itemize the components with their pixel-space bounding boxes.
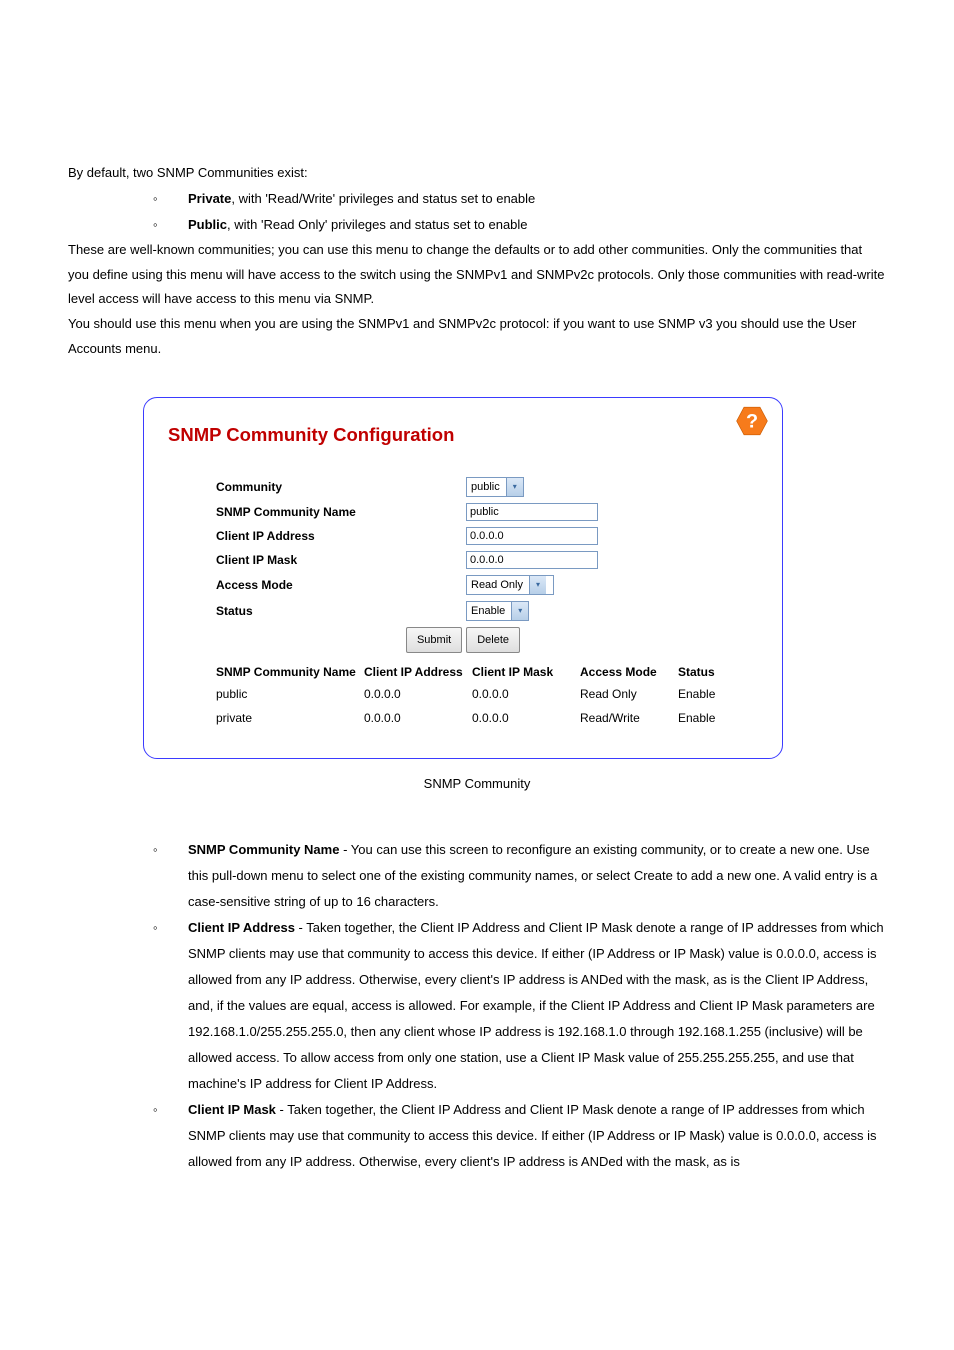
community-name-input[interactable]: public bbox=[466, 503, 598, 521]
cell: 0.0.0.0 bbox=[472, 682, 580, 706]
table-row: public 0.0.0.0 0.0.0.0 Read Only Enable bbox=[216, 682, 758, 706]
community-table: SNMP Community Name Client IP Address Cl… bbox=[216, 665, 758, 730]
text: , with 'Read/Write' privileges and statu… bbox=[231, 191, 535, 206]
table-row: private 0.0.0.0 0.0.0.0 Read/Write Enabl… bbox=[216, 706, 758, 730]
label-community-name: SNMP Community Name bbox=[216, 506, 466, 518]
list-item: Private, with 'Read/Write' privileges an… bbox=[153, 186, 886, 212]
community-select[interactable]: public ▾ bbox=[466, 477, 524, 497]
intro-paragraph: You should use this menu when you are us… bbox=[68, 312, 886, 361]
list-item: Public, with 'Read Only' privileges and … bbox=[153, 212, 886, 238]
term: SNMP Community Name bbox=[188, 842, 339, 857]
help-icon[interactable]: ? bbox=[736, 406, 768, 436]
cell: 0.0.0.0 bbox=[472, 706, 580, 730]
submit-button[interactable]: Submit bbox=[406, 627, 462, 653]
cell: 0.0.0.0 bbox=[364, 706, 472, 730]
text: - Taken together, the Client IP Address … bbox=[188, 1102, 877, 1169]
label-community: Community bbox=[216, 481, 466, 493]
panel-title: SNMP Community Configuration bbox=[168, 416, 758, 453]
term: Client IP Address bbox=[188, 920, 295, 935]
cell: Enable bbox=[678, 706, 746, 730]
cell: Enable bbox=[678, 682, 746, 706]
figure-caption: SNMP Community bbox=[68, 771, 886, 797]
input-value: 0.0.0.0 bbox=[470, 555, 504, 566]
status-select[interactable]: Enable ▾ bbox=[466, 601, 529, 621]
input-value: 0.0.0.0 bbox=[470, 531, 504, 542]
th-mask: Client IP Mask bbox=[472, 665, 580, 682]
select-value: Read Only bbox=[467, 580, 529, 591]
cell: Read/Write bbox=[580, 706, 678, 730]
th-status: Status bbox=[678, 665, 746, 682]
label-status: Status bbox=[216, 605, 466, 617]
select-value: public bbox=[467, 482, 506, 493]
config-panel: SNMP Community Configuration ? Community… bbox=[143, 397, 783, 759]
delete-button[interactable]: Delete bbox=[466, 627, 520, 653]
list-item: Client IP Mask - Taken together, the Cli… bbox=[153, 1097, 886, 1175]
label-client-mask: Client IP Mask bbox=[216, 554, 466, 566]
label-client-ip: Client IP Address bbox=[216, 530, 466, 542]
intro-paragraph: These are well-known communities; you ca… bbox=[68, 238, 886, 312]
cell: Read Only bbox=[580, 682, 678, 706]
cell: public bbox=[216, 682, 364, 706]
label-access-mode: Access Mode bbox=[216, 579, 466, 591]
access-mode-select[interactable]: Read Only ▾ bbox=[466, 575, 554, 595]
cell: 0.0.0.0 bbox=[364, 682, 472, 706]
text: , with 'Read Only' privileges and status… bbox=[227, 217, 528, 232]
input-value: public bbox=[470, 507, 499, 518]
client-mask-input[interactable]: 0.0.0.0 bbox=[466, 551, 598, 569]
intro-paragraph: By default, two SNMP Communities exist: bbox=[68, 160, 886, 186]
select-value: Enable bbox=[467, 606, 511, 617]
term: Private bbox=[188, 191, 231, 206]
chevron-down-icon: ▾ bbox=[529, 576, 546, 594]
chevron-down-icon: ▾ bbox=[506, 478, 523, 496]
text: - Taken together, the Client IP Address … bbox=[188, 920, 884, 1091]
chevron-down-icon: ▾ bbox=[511, 602, 528, 620]
client-ip-input[interactable]: 0.0.0.0 bbox=[466, 527, 598, 545]
term: Client IP Mask bbox=[188, 1102, 276, 1117]
emphasis: Create bbox=[634, 868, 673, 883]
svg-text:?: ? bbox=[746, 411, 758, 433]
cell: private bbox=[216, 706, 364, 730]
term: Public bbox=[188, 217, 227, 232]
list-item: Client IP Address - Taken together, the … bbox=[153, 915, 886, 1097]
list-item: SNMP Community Name - You can use this s… bbox=[153, 837, 886, 915]
th-ip: Client IP Address bbox=[364, 665, 472, 682]
th-name: SNMP Community Name bbox=[216, 665, 364, 682]
th-mode: Access Mode bbox=[580, 665, 678, 682]
